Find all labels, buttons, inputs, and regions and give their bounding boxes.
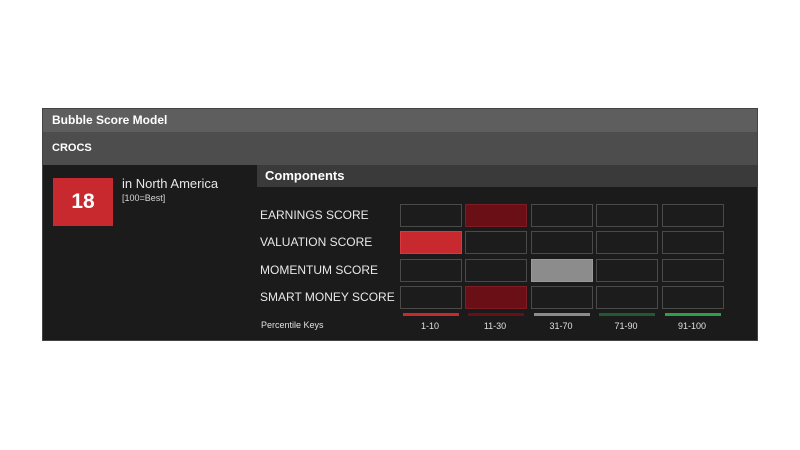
earnings-cell-71-90 — [596, 204, 658, 227]
valuation-cell-11-30 — [465, 231, 527, 254]
percentile-keys-label: Percentile Keys — [261, 320, 324, 330]
smart-money-cell-1-10 — [400, 286, 462, 309]
valuation-cell-31-70 — [531, 231, 593, 254]
score-region: in North America — [122, 176, 219, 191]
earnings-cell-1-10 — [400, 204, 462, 227]
key-label-1-10: 1-10 — [420, 321, 439, 331]
momentum-cell-91-100 — [662, 259, 724, 282]
components-header: Components — [257, 165, 758, 187]
momentum-cell-71-90 — [596, 259, 658, 282]
earnings-cell-31-70 — [531, 204, 593, 227]
widget-title: Bubble Score Model — [43, 109, 757, 132]
momentum-cell-1-10 — [400, 259, 462, 282]
smart-money-cell-31-70 — [531, 286, 593, 309]
bubble-score-value: 18 — [53, 178, 113, 226]
earnings-cell-91-100 — [662, 204, 724, 227]
valuation-cell-1-10 — [400, 231, 462, 254]
earnings-score-label: EARNINGS SCORE — [260, 208, 369, 222]
key-bar-71-90 — [599, 313, 655, 316]
valuation-score-label: VALUATION SCORE — [260, 235, 373, 249]
smart-money-score-label: SMART MONEY SCORE — [260, 290, 395, 304]
bubble-score-widget: Bubble Score Model CROCS 18 in North Ame… — [42, 108, 758, 341]
momentum-cell-31-70 — [531, 259, 593, 282]
key-label-91-100: 91-100 — [677, 321, 707, 331]
ticker-name: CROCS — [43, 132, 757, 165]
smart-money-cell-71-90 — [596, 286, 658, 309]
key-label-11-30: 11-30 — [483, 321, 507, 331]
momentum-score-label: MOMENTUM SCORE — [260, 263, 378, 277]
score-scale-note: [100=Best] — [122, 193, 166, 203]
valuation-cell-71-90 — [596, 231, 658, 254]
earnings-cell-11-30 — [465, 204, 527, 227]
valuation-cell-91-100 — [662, 231, 724, 254]
key-bar-31-70 — [534, 313, 590, 316]
key-bar-11-30 — [468, 313, 524, 316]
smart-money-cell-91-100 — [662, 286, 724, 309]
key-bar-1-10 — [403, 313, 459, 316]
key-bar-91-100 — [665, 313, 721, 316]
smart-money-cell-11-30 — [465, 286, 527, 309]
key-label-31-70: 31-70 — [549, 321, 573, 331]
momentum-cell-11-30 — [465, 259, 527, 282]
key-label-71-90: 71-90 — [614, 321, 638, 331]
